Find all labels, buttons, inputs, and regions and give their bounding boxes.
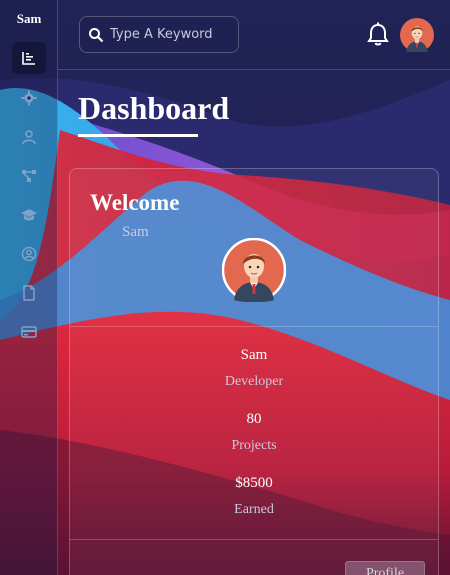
- bar-chart-icon: [22, 52, 35, 65]
- sidebar-item-account[interactable]: [12, 238, 46, 270]
- profile-role: Developer: [224, 374, 284, 389]
- search-input[interactable]: [110, 27, 230, 42]
- welcome-heading: Welcome: [90, 190, 180, 215]
- projects-count: 80: [246, 411, 262, 427]
- card-divider: [70, 539, 438, 540]
- sidebar: Sam: [0, 0, 58, 575]
- earned-amount: $8500: [235, 475, 273, 491]
- topbar: [58, 0, 450, 70]
- profile-button[interactable]: Profile: [345, 561, 425, 575]
- sidebar-item-profile[interactable]: [12, 121, 46, 153]
- card-divider: [70, 326, 438, 327]
- sidebar-item-network[interactable]: [12, 160, 46, 192]
- avatar-icon[interactable]: [400, 18, 434, 52]
- title-underline: [78, 134, 198, 137]
- projects-label: Projects: [231, 438, 277, 453]
- graduation-cap-icon: [21, 209, 37, 221]
- welcome-name: Sam: [122, 224, 149, 240]
- welcome-card: Welcome Sam Sam Developer 80 Projects $8…: [69, 168, 439, 575]
- brand-name: Sam: [16, 11, 42, 26]
- sidebar-item-settings[interactable]: [12, 82, 46, 114]
- credit-card-icon: [21, 326, 37, 338]
- search-box[interactable]: [79, 16, 239, 53]
- sidebar-item-courses[interactable]: [12, 199, 46, 231]
- search-icon: [89, 27, 104, 42]
- user-circle-icon: [21, 246, 37, 262]
- user-icon: [22, 130, 36, 145]
- file-icon: [23, 285, 35, 301]
- sidebar-item-billing[interactable]: [12, 316, 46, 348]
- sidebar-item-dashboard[interactable]: [12, 42, 46, 74]
- network-icon: [22, 170, 36, 182]
- profile-name: Sam: [240, 347, 268, 363]
- earned-label: Earned: [234, 502, 274, 517]
- page-title: Dashboard: [78, 90, 230, 126]
- avatar-icon: [222, 238, 286, 302]
- sidebar-item-files[interactable]: [12, 277, 46, 309]
- gear-icon: [21, 90, 37, 106]
- bell-icon[interactable]: [366, 22, 390, 48]
